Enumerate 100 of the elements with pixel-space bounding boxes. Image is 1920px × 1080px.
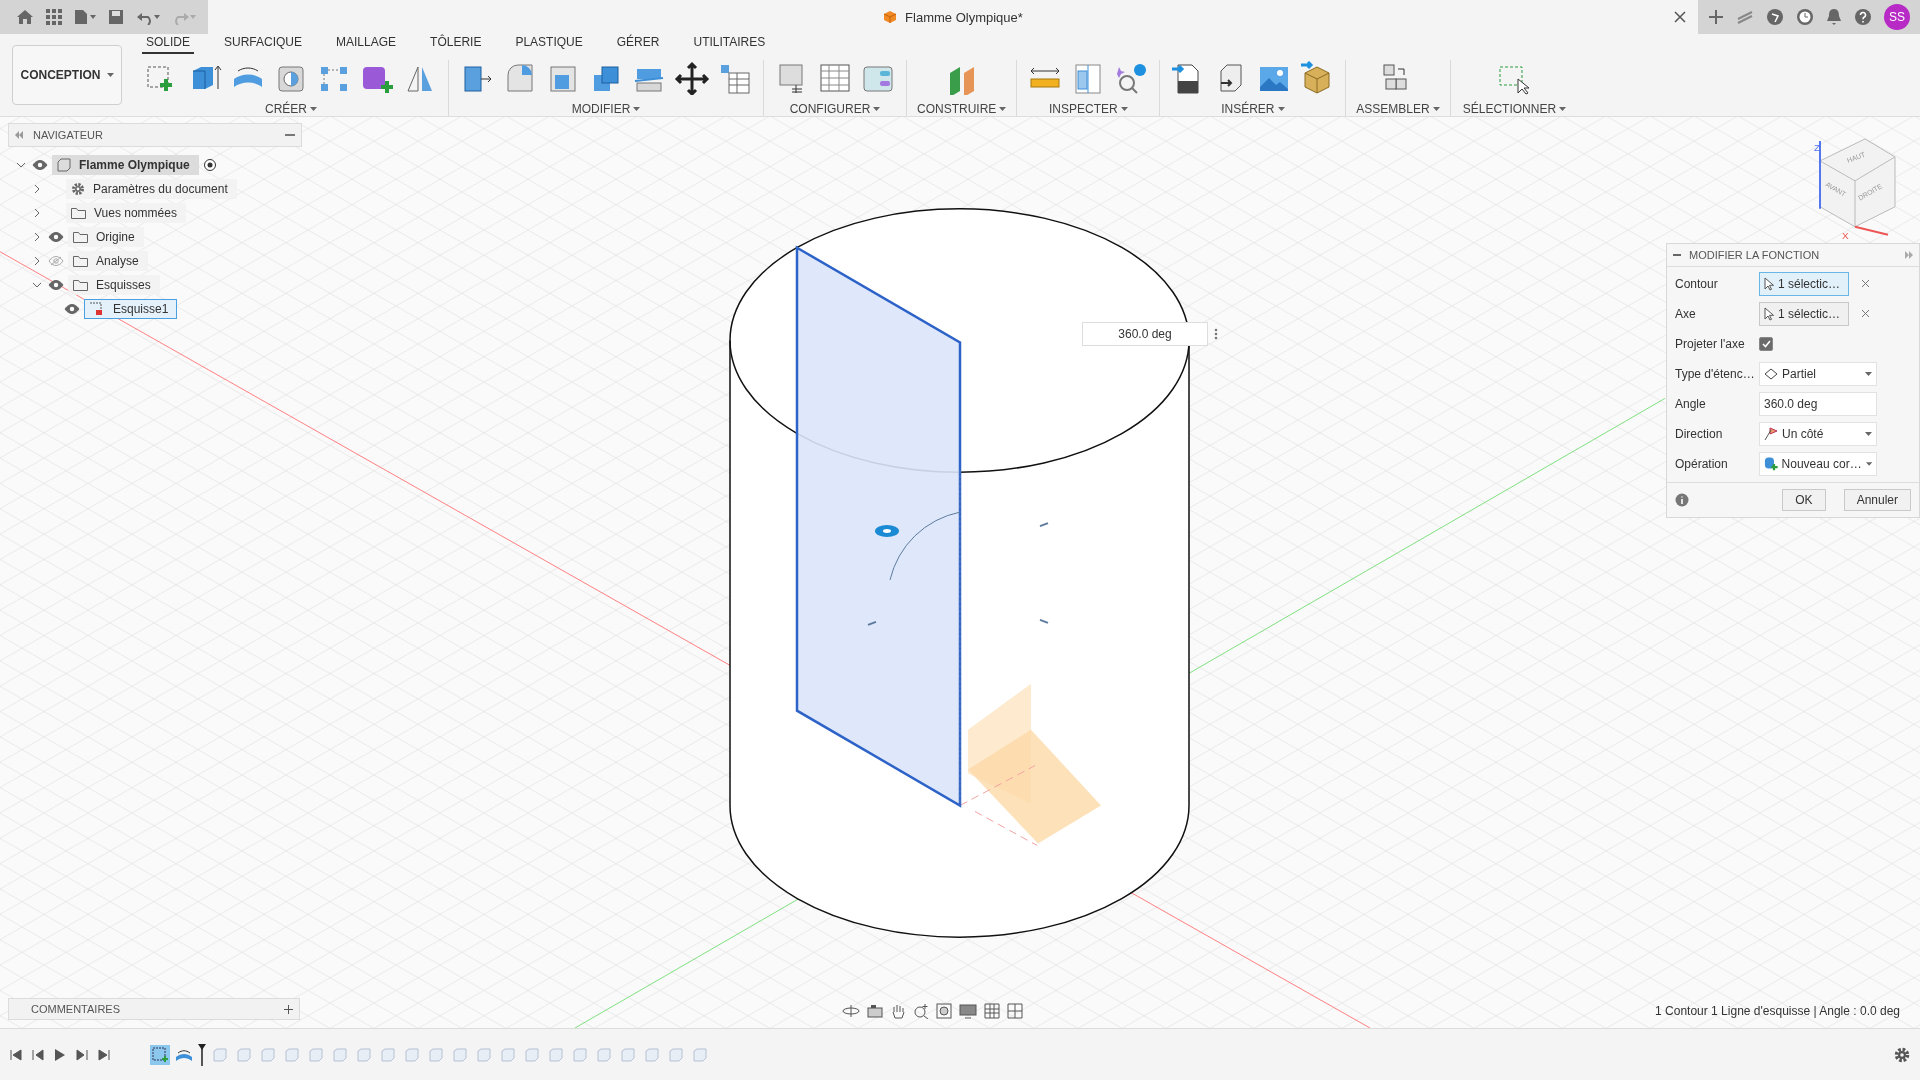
tree-item[interactable]: Paramètres du document <box>66 179 237 199</box>
tree-item[interactable]: Esquisse1 <box>84 299 178 319</box>
help-icon[interactable] <box>1854 8 1872 26</box>
folder-icon <box>73 231 88 243</box>
expand-icon[interactable] <box>1905 251 1913 259</box>
cube-icon <box>883 10 898 24</box>
flag-icon <box>1764 426 1778 441</box>
angle-field[interactable]: 360.0 deg <box>1082 322 1208 346</box>
jobs-icon[interactable] <box>1736 9 1754 25</box>
sketch-icon <box>89 302 105 316</box>
folder-icon <box>71 207 86 219</box>
caret-icon <box>873 107 881 111</box>
apps-icon[interactable] <box>46 9 62 25</box>
bell-icon[interactable] <box>1826 8 1842 26</box>
plus-icon[interactable] <box>284 1004 293 1014</box>
collapse-icon[interactable] <box>15 131 23 139</box>
handle-icon[interactable] <box>1039 618 1049 624</box>
cursor-icon <box>1764 306 1774 321</box>
caret-icon <box>1120 107 1128 111</box>
group-menu[interactable]: MODIFIER <box>571 102 641 116</box>
new-body-icon <box>1764 456 1778 471</box>
play-icon[interactable] <box>54 1048 66 1061</box>
grid-icon[interactable] <box>984 1003 1000 1019</box>
group-menu[interactable]: SÉLECTIONNER <box>1462 102 1567 116</box>
field-label: Contour <box>1675 276 1719 291</box>
viewports-icon[interactable] <box>1007 1003 1023 1019</box>
selection-button[interactable]: 1 sélectic… <box>1759 301 1849 326</box>
handle-icon[interactable] <box>867 620 877 626</box>
hand-icon[interactable] <box>890 1003 906 1019</box>
ribbon-tab[interactable]: SOLIDE <box>142 35 194 54</box>
selection-button[interactable]: 1 sélectic… <box>1759 271 1849 296</box>
caret-icon <box>1559 107 1567 111</box>
caret-icon <box>1865 371 1872 376</box>
group-menu[interactable]: CRÉER <box>265 102 317 116</box>
camera-icon[interactable] <box>867 1004 883 1018</box>
panel-title: NAVIGATEUR <box>33 129 104 141</box>
caret-icon <box>999 107 1007 111</box>
timeline-feature[interactable] <box>150 1044 170 1065</box>
angle-field[interactable]: 360.0 deg <box>1759 391 1877 416</box>
cursor-icon <box>1764 276 1774 291</box>
timeline-marker-icon[interactable] <box>198 1043 206 1066</box>
dropdown[interactable]: Un côté <box>1759 421 1877 446</box>
ribbon-tab[interactable]: PLASTIQUE <box>511 35 587 54</box>
close-icon[interactable] <box>1861 309 1870 318</box>
component-icon <box>57 158 71 172</box>
tree-item[interactable]: Esquisses <box>68 275 160 295</box>
tree-item[interactable]: Origine <box>68 227 144 247</box>
eye-icon[interactable] <box>48 232 64 242</box>
ribbon-tab[interactable]: GÉRER <box>612 35 664 54</box>
eye-icon[interactable] <box>64 304 80 314</box>
workspace-button[interactable]: CONCEPTION <box>12 45 122 105</box>
checkbox[interactable] <box>1759 336 1773 351</box>
info-icon[interactable] <box>1675 493 1689 507</box>
next-icon[interactable] <box>76 1048 88 1061</box>
field-label: Axe <box>1675 306 1697 321</box>
field-label: Type d'étenc… <box>1675 366 1756 381</box>
home-icon[interactable] <box>16 9 34 25</box>
eye-icon[interactable] <box>48 280 64 290</box>
dropdown[interactable]: Partiel <box>1759 361 1877 386</box>
last-icon[interactable] <box>98 1048 110 1061</box>
close-icon[interactable] <box>1861 279 1870 288</box>
move-tool[interactable] <box>674 61 710 95</box>
close-button[interactable] <box>1672 9 1688 25</box>
tree-item[interactable]: Analyse <box>68 251 148 271</box>
spreadsheet-tool[interactable] <box>817 61 853 95</box>
ribbon-tab[interactable]: MAILLAGE <box>332 35 401 54</box>
group-menu[interactable]: CONSTRUIRE <box>917 102 1007 116</box>
display-icon[interactable] <box>959 1003 977 1019</box>
group-menu[interactable]: INSÉRER <box>1221 102 1285 116</box>
handle-icon[interactable] <box>1039 522 1049 528</box>
caret-icon <box>1432 107 1440 111</box>
status-text: 1 Contour 1 Ligne d'esquisse | Angle : 0.0 deg <box>1655 1004 1900 1018</box>
fit-icon[interactable] <box>936 1003 952 1019</box>
zoom-icon[interactable] <box>913 1003 929 1019</box>
ok-button[interactable]: OK <box>1782 489 1826 511</box>
eye-icon[interactable] <box>32 160 48 170</box>
tree-item[interactable]: Flamme Olympique <box>52 155 199 175</box>
ribbon-tab[interactable]: TÔLERIE <box>426 35 486 54</box>
previous-icon[interactable] <box>32 1048 44 1061</box>
more-icon[interactable] <box>1214 328 1218 340</box>
tree-item[interactable]: Vues nommées <box>66 203 186 223</box>
radio-icon[interactable] <box>202 158 217 172</box>
ribbon-tab[interactable]: UTILITAIRES <box>689 35 770 54</box>
file-icon[interactable] <box>74 9 96 25</box>
field-label: Projeter l'axe <box>1675 336 1746 351</box>
ribbon-tab[interactable]: SURFACIQUE <box>220 35 307 54</box>
plus-icon[interactable] <box>1708 9 1724 25</box>
dropdown[interactable]: Nouveau cor… <box>1759 451 1877 476</box>
cancel-button[interactable]: Annuler <box>1843 489 1911 511</box>
field-label: Angle <box>1675 396 1707 411</box>
save-icon[interactable] <box>108 9 124 25</box>
orbit-icon[interactable] <box>842 1004 860 1018</box>
group-menu[interactable]: INSPECTER <box>1049 102 1128 116</box>
settings-icon[interactable] <box>1894 1046 1910 1063</box>
group-menu[interactable]: ASSEMBLER <box>1356 102 1440 116</box>
user-avatar[interactable]: SS <box>1884 4 1910 30</box>
folder-icon <box>73 255 88 267</box>
clock-icon[interactable] <box>1796 8 1814 26</box>
group-menu[interactable]: CONFIGURER <box>789 102 881 116</box>
first-icon[interactable] <box>10 1048 22 1061</box>
